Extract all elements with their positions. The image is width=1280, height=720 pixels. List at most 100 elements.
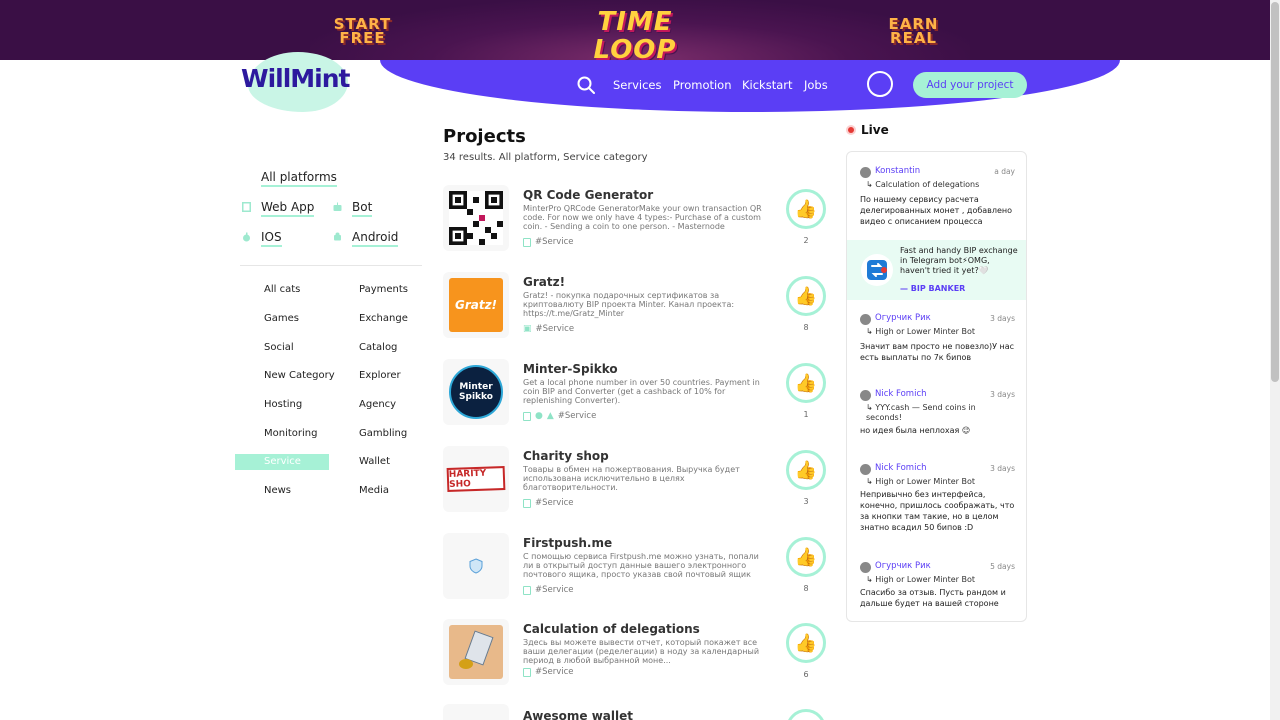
like-button[interactable]: 👍: [786, 363, 826, 403]
results-summary: 34 results. All platform, Service catego…: [443, 152, 648, 163]
category-gambling[interactable]: Gambling: [359, 428, 407, 439]
project-tags: #Service: [523, 667, 574, 677]
comment-reference[interactable]: ↳ High or Lower Minter Bot: [866, 575, 1014, 585]
like-button[interactable]: 👍: [786, 623, 826, 663]
category-exchange[interactable]: Exchange: [359, 313, 408, 324]
nav-promotion[interactable]: Promotion: [673, 78, 732, 92]
like-count: 1: [803, 410, 809, 419]
project-tag[interactable]: #Service: [535, 667, 574, 677]
platform-bot[interactable]: Bot: [352, 200, 373, 217]
like-button[interactable]: 👍: [786, 450, 826, 490]
android-icon: ▲: [546, 411, 554, 421]
ad-banner[interactable]: START FREE TIME LOOP EARN REAL: [0, 0, 1270, 60]
project-tags: #Service: [523, 237, 574, 247]
category-wallet[interactable]: Wallet: [359, 456, 390, 467]
comment-user[interactable]: Nick Fomich: [875, 389, 927, 399]
thumbs-up-icon: 👍: [794, 285, 818, 307]
project-title[interactable]: Calculation of delegations: [523, 622, 700, 636]
project-tag[interactable]: #Service: [535, 585, 574, 595]
like-button[interactable]: [786, 709, 826, 720]
nav-jobs[interactable]: Jobs: [804, 78, 828, 92]
category-service[interactable]: Service: [264, 456, 301, 467]
site-logo[interactable]: WillMint: [241, 64, 350, 93]
project-thumbnail[interactable]: [443, 704, 509, 720]
project-thumbnail[interactable]: [443, 185, 509, 251]
ad-signature[interactable]: — BIP BANKER: [900, 284, 965, 293]
category-all-cats[interactable]: All cats: [264, 284, 300, 295]
like-button[interactable]: 👍: [786, 537, 826, 577]
project-tags: #Service: [523, 585, 574, 595]
user-circle-button[interactable]: [867, 71, 893, 97]
project-thumbnail[interactable]: [443, 533, 509, 599]
project-tag[interactable]: #Service: [558, 411, 597, 421]
comment-user[interactable]: Konstantin: [875, 166, 920, 176]
category-monitoring[interactable]: Monitoring: [264, 428, 317, 439]
project-thumbnail[interactable]: [443, 619, 509, 685]
nav-kickstart[interactable]: Kickstart: [742, 78, 793, 92]
comment-reference[interactable]: ↳ High or Lower Minter Bot: [866, 327, 1014, 337]
comment-reference[interactable]: ↳ Calculation of delegations: [866, 180, 1014, 190]
project-tag[interactable]: #Service: [536, 324, 575, 334]
comment-time: 3 days: [990, 390, 1015, 399]
project-card[interactable]: Awesome wallet: [443, 704, 835, 720]
category-media[interactable]: Media: [359, 485, 389, 496]
live-comment[interactable]: Konstantin a day ↳ Calculation of delega…: [860, 166, 1015, 236]
project-card[interactable]: Firstpush.me С помощью сервиса Firstpush…: [443, 533, 835, 603]
comment-reference[interactable]: ↳ YYY.cash — Send coins in seconds!: [866, 403, 1014, 423]
scrollbar-thumb[interactable]: [1271, 2, 1279, 382]
like-button[interactable]: 👍: [786, 276, 826, 316]
like-count: 6: [803, 670, 809, 679]
project-card[interactable]: HARITY SHO Charity shop Товары в обмен н…: [443, 446, 835, 516]
search-icon[interactable]: [577, 76, 595, 94]
platform-android[interactable]: Android: [352, 230, 399, 247]
comment-reference[interactable]: ↳ High or Lower Minter Bot: [866, 477, 1014, 487]
project-title[interactable]: Gratz!: [523, 275, 565, 289]
category-explorer[interactable]: Explorer: [359, 370, 401, 381]
live-title: Live: [861, 123, 889, 137]
project-thumbnail[interactable]: HARITY SHO: [443, 446, 509, 512]
project-tag[interactable]: #Service: [535, 498, 574, 508]
platform-web-app[interactable]: Web App: [261, 200, 315, 217]
category-catalog[interactable]: Catalog: [359, 342, 397, 353]
category-agency[interactable]: Agency: [359, 399, 396, 410]
project-title[interactable]: Firstpush.me: [523, 536, 612, 550]
shield-icon: [469, 558, 483, 574]
apple-icon: [243, 232, 250, 242]
add-project-button[interactable]: Add your project: [913, 72, 1027, 98]
project-title[interactable]: QR Code Generator: [523, 188, 653, 202]
category-news[interactable]: News: [264, 485, 291, 496]
live-comment[interactable]: Nick Fomich 3 days ↳ High or Lower Minte…: [860, 463, 1015, 543]
platform-ios[interactable]: IOS: [261, 230, 282, 247]
project-card[interactable]: Gratz! Gratz! Gratz! - покупка подарочны…: [443, 272, 835, 342]
avatar: [860, 314, 871, 325]
category-social[interactable]: Social: [264, 342, 294, 353]
comment-user[interactable]: Огурчик Рик: [875, 313, 931, 323]
project-description: Gratz! - покупка подарочных сертификатов…: [523, 291, 735, 318]
project-tag[interactable]: #Service: [535, 237, 574, 247]
platform-all[interactable]: All platforms: [261, 170, 337, 187]
project-thumbnail[interactable]: Gratz!: [443, 272, 509, 338]
project-card[interactable]: Minter Spikko Minter-Spikko Get a local p…: [443, 359, 835, 429]
qr-code-icon: [449, 191, 503, 245]
category-payments[interactable]: Payments: [359, 284, 408, 295]
project-thumbnail[interactable]: Minter Spikko: [443, 359, 509, 425]
live-indicator: [848, 127, 854, 133]
like-button[interactable]: 👍: [786, 189, 826, 229]
comment-user[interactable]: Огурчик Рик: [875, 561, 931, 571]
like-count: 8: [803, 584, 809, 593]
banner-earn-real: EARN REAL: [888, 15, 939, 47]
project-card[interactable]: Calculation of delegations Здесь вы може…: [443, 619, 835, 689]
nav-services[interactable]: Services: [613, 78, 662, 92]
live-ad[interactable]: Fast and handy BIP exchange in Telegram …: [847, 240, 1026, 300]
comment-user[interactable]: Nick Fomich: [875, 463, 927, 473]
live-comment[interactable]: Огурчик Рик 5 days ↳ High or Lower Minte…: [860, 561, 1015, 621]
project-title[interactable]: Minter-Spikko: [523, 362, 618, 376]
category-games[interactable]: Games: [264, 313, 299, 324]
project-title[interactable]: Charity shop: [523, 449, 609, 463]
project-title[interactable]: Awesome wallet: [523, 709, 633, 720]
live-comment[interactable]: Огурчик Рик 3 days ↳ High or Lower Minte…: [860, 313, 1015, 373]
category-hosting[interactable]: Hosting: [264, 399, 302, 410]
project-card[interactable]: QR Code Generator MinterPro QRCode Gener…: [443, 185, 835, 255]
live-comment[interactable]: Nick Fomich 3 days ↳ YYY.cash — Send coi…: [860, 389, 1015, 449]
category-new-category[interactable]: New Category: [264, 370, 335, 381]
